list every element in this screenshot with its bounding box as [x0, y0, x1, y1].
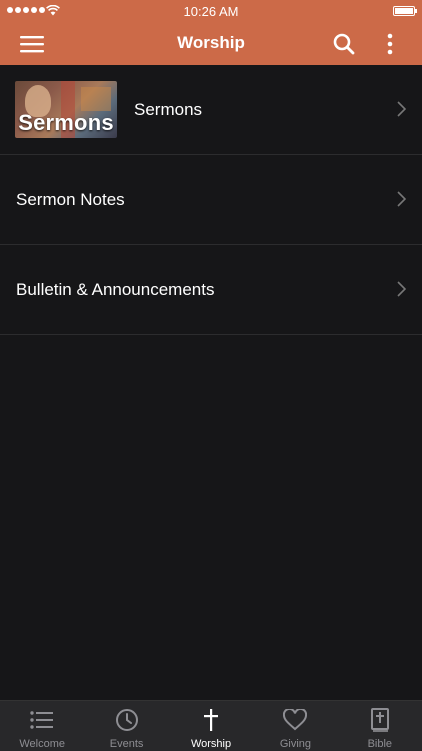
more-button[interactable] [370, 22, 410, 65]
tab-bible[interactable]: Bible [338, 701, 422, 751]
status-time: 10:26 AM [183, 4, 239, 19]
tab-label: Bible [367, 738, 393, 750]
row-label: Sermon Notes [16, 189, 125, 209]
thumbnail-text: Sermons [18, 110, 114, 135]
tab-label: Welcome [19, 738, 66, 750]
clock-icon [115, 709, 138, 731]
search-icon [333, 33, 355, 54]
top-bar: 10:26 AM Worship [0, 0, 422, 65]
sermons-thumbnail: Sermons [15, 81, 117, 138]
tab-label: Events [109, 738, 144, 750]
list-icon [30, 711, 54, 729]
tab-label: Worship [190, 738, 232, 750]
bible-icon [370, 708, 389, 732]
more-vertical-icon [387, 33, 393, 54]
cross-icon [204, 709, 219, 731]
chevron-right-icon [397, 191, 406, 207]
tab-label: Giving [279, 738, 312, 750]
search-button[interactable] [322, 22, 366, 65]
tab-bar: Welcome Events Worship Giving Bible [0, 700, 422, 751]
tab-welcome[interactable]: Welcome [0, 701, 84, 751]
status-bar: 10:26 AM [0, 0, 422, 22]
battery-icon [393, 6, 417, 16]
row-sermons[interactable]: Sermons Sermons [0, 65, 422, 155]
tab-events[interactable]: Events [84, 701, 168, 751]
row-sermon-notes[interactable]: Sermon Notes [0, 155, 422, 245]
nav-bar: Worship [0, 22, 422, 65]
tab-giving[interactable]: Giving [253, 701, 337, 751]
chevron-right-icon [397, 101, 406, 117]
heart-icon [283, 709, 308, 731]
menu-list: Sermons Sermons Sermon Notes Bulletin & … [0, 65, 422, 335]
row-bulletin-announcements[interactable]: Bulletin & Announcements [0, 245, 422, 335]
row-label: Bulletin & Announcements [16, 279, 215, 299]
chevron-right-icon [397, 281, 406, 297]
row-label: Sermons [134, 99, 203, 119]
tab-worship[interactable]: Worship [169, 701, 253, 751]
